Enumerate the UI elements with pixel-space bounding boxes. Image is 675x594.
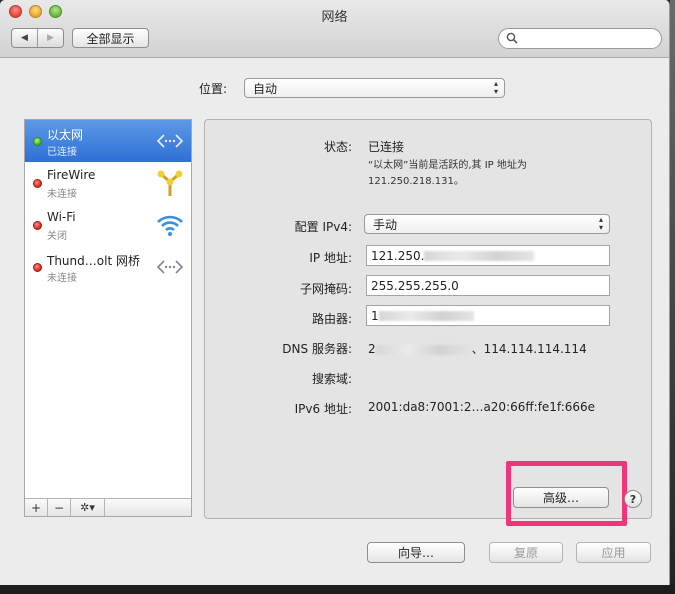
service-status: 未连接: [47, 189, 77, 200]
location-value: 自动: [253, 81, 278, 96]
subnet-mask-value: 255.255.255.0: [371, 278, 459, 293]
wifi-icon: [155, 210, 185, 240]
service-item-thunderbolt-bridge[interactable]: Thund…olt 网桥 未连接: [25, 246, 191, 288]
help-button[interactable]: ?: [624, 490, 642, 508]
dns-text: 、114.114.114.114: [471, 342, 587, 356]
revert-button[interactable]: 复原: [489, 542, 563, 563]
service-status: 已连接: [47, 147, 77, 158]
service-name: FireWire: [47, 168, 96, 182]
status-dot-green: [33, 137, 42, 146]
subnet-mask-label: 子网掩码:: [299, 282, 352, 296]
dns-servers-label: DNS 服务器:: [282, 342, 352, 356]
network-preferences-window: 网络 ◀ ▶ 全部显示 位置: 自动 ▴▾ 以太网 已连接 FireWire: [0, 0, 670, 585]
desktop-background: [670, 0, 675, 594]
service-name: 以太网: [47, 128, 84, 142]
redacted-text: [375, 344, 472, 355]
status-note: “以太网”当前是活跃的,其 IP 地址为 121.250.218.131。: [368, 158, 527, 190]
location-select[interactable]: 自动 ▴ ▾: [244, 78, 505, 98]
service-status: 关闭: [47, 231, 67, 242]
config-ipv4-select[interactable]: 手动 ▴ ▾: [364, 214, 610, 234]
ipv6-address-label: IPv6 地址:: [294, 402, 352, 416]
status-note-line: 121.250.218.131。: [368, 176, 464, 187]
subnet-mask-field[interactable]: 255.255.255.0: [366, 275, 610, 296]
status-note-line: “以太网”当前是活跃的,其 IP 地址为: [368, 160, 527, 171]
apply-button[interactable]: 应用: [576, 542, 651, 563]
window-title: 网络: [321, 10, 348, 25]
service-item-firewire[interactable]: FireWire 未连接: [25, 162, 191, 204]
show-all-button[interactable]: 全部显示: [72, 28, 149, 48]
router-field[interactable]: 1: [366, 305, 610, 326]
search-icon: [506, 32, 518, 47]
assist-me-button[interactable]: 向导…: [367, 542, 465, 563]
config-ipv4-value: 手动: [373, 217, 398, 232]
status-dot-red: [33, 221, 42, 230]
service-list-toolbar: + − ✲▾: [25, 498, 191, 516]
ip-address-field[interactable]: 121.250.: [366, 245, 610, 266]
config-ipv4-label: 配置 IPv4:: [294, 220, 352, 234]
annotation-highlight-box: [506, 461, 627, 526]
search-domains-label: 搜索域:: [311, 372, 352, 386]
search-input[interactable]: [498, 28, 662, 49]
router-label: 路由器:: [311, 312, 352, 326]
service-list: 以太网 已连接 FireWire 未连接 Wi-Fi 关闭 Thund…olt …: [24, 119, 192, 517]
dns-servers-value: 2 、114.114.114.114: [368, 340, 587, 357]
service-item-ethernet[interactable]: 以太网 已连接: [25, 120, 191, 162]
location-label: 位置:: [199, 82, 228, 96]
status-value: 已连接: [368, 140, 405, 154]
titlebar: 网络 ◀ ▶ 全部显示: [0, 0, 669, 58]
router-value: 1: [371, 308, 379, 323]
service-item-wifi[interactable]: Wi-Fi 关闭: [25, 204, 191, 246]
status-dot-red: [33, 263, 42, 272]
back-button[interactable]: ◀: [12, 29, 37, 47]
dns-prefix: 2: [368, 342, 376, 356]
firewire-icon: [155, 168, 185, 198]
ip-address-value: 121.250.: [371, 248, 425, 263]
ethernet-icon: [155, 126, 185, 156]
redacted-text: [424, 250, 535, 261]
status-dot-red: [33, 179, 42, 188]
remove-service-button[interactable]: −: [48, 499, 71, 516]
redacted-text: [378, 310, 474, 321]
back-forward-control: ◀ ▶: [11, 28, 64, 48]
service-name: Thund…olt 网桥: [47, 254, 140, 268]
service-name: Wi-Fi: [47, 210, 76, 224]
ipv6-address-value: 2001:da8:7001:2…a20:66ff:fe1f:666e: [368, 400, 596, 414]
desktop-background: [0, 585, 675, 594]
ip-address-label: IP 地址:: [309, 251, 352, 265]
add-service-button[interactable]: +: [25, 499, 48, 516]
gear-menu-button[interactable]: ✲▾: [71, 499, 105, 516]
status-label: 状态:: [323, 140, 352, 154]
updown-arrows-icon: ▴ ▾: [598, 215, 603, 232]
forward-button[interactable]: ▶: [37, 29, 63, 47]
service-status: 未连接: [47, 273, 77, 284]
updown-arrows-icon: ▴ ▾: [493, 79, 498, 96]
thunderbolt-bridge-icon: [155, 252, 185, 282]
